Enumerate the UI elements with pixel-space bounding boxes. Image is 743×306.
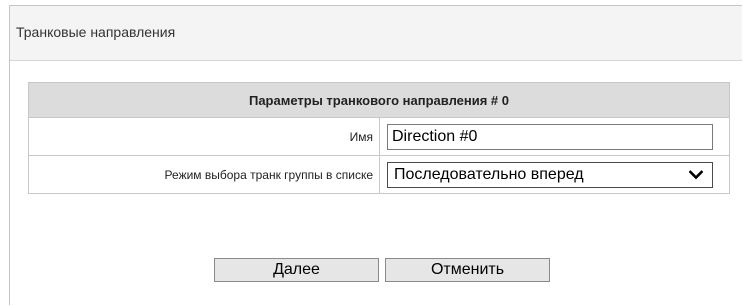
mode-select[interactable]: Последовательно вперед: [387, 161, 713, 188]
header-bar: Транковые направления: [10, 6, 742, 61]
params-table: Параметры транкового направления # 0 Имя…: [28, 82, 730, 194]
name-label: Имя: [28, 117, 380, 156]
name-value-cell: [379, 117, 730, 156]
next-button[interactable]: Далее: [214, 258, 379, 282]
cancel-button[interactable]: Отменить: [385, 258, 550, 282]
table-title: Параметры транкового направления # 0: [28, 82, 730, 118]
table-row-mode: Режим выбора транк группы в списке После…: [28, 155, 730, 194]
mode-select-value: Последовательно вперед: [394, 165, 584, 183]
table-row-name: Имя: [28, 117, 730, 156]
page-title: Транковые направления: [16, 24, 176, 40]
table-title-row: Параметры транкового направления # 0: [28, 82, 730, 118]
chevron-down-icon: [689, 169, 703, 179]
name-input[interactable]: [387, 123, 713, 150]
mode-label: Режим выбора транк группы в списке: [28, 155, 380, 194]
mode-value-cell: Последовательно вперед: [379, 155, 730, 194]
